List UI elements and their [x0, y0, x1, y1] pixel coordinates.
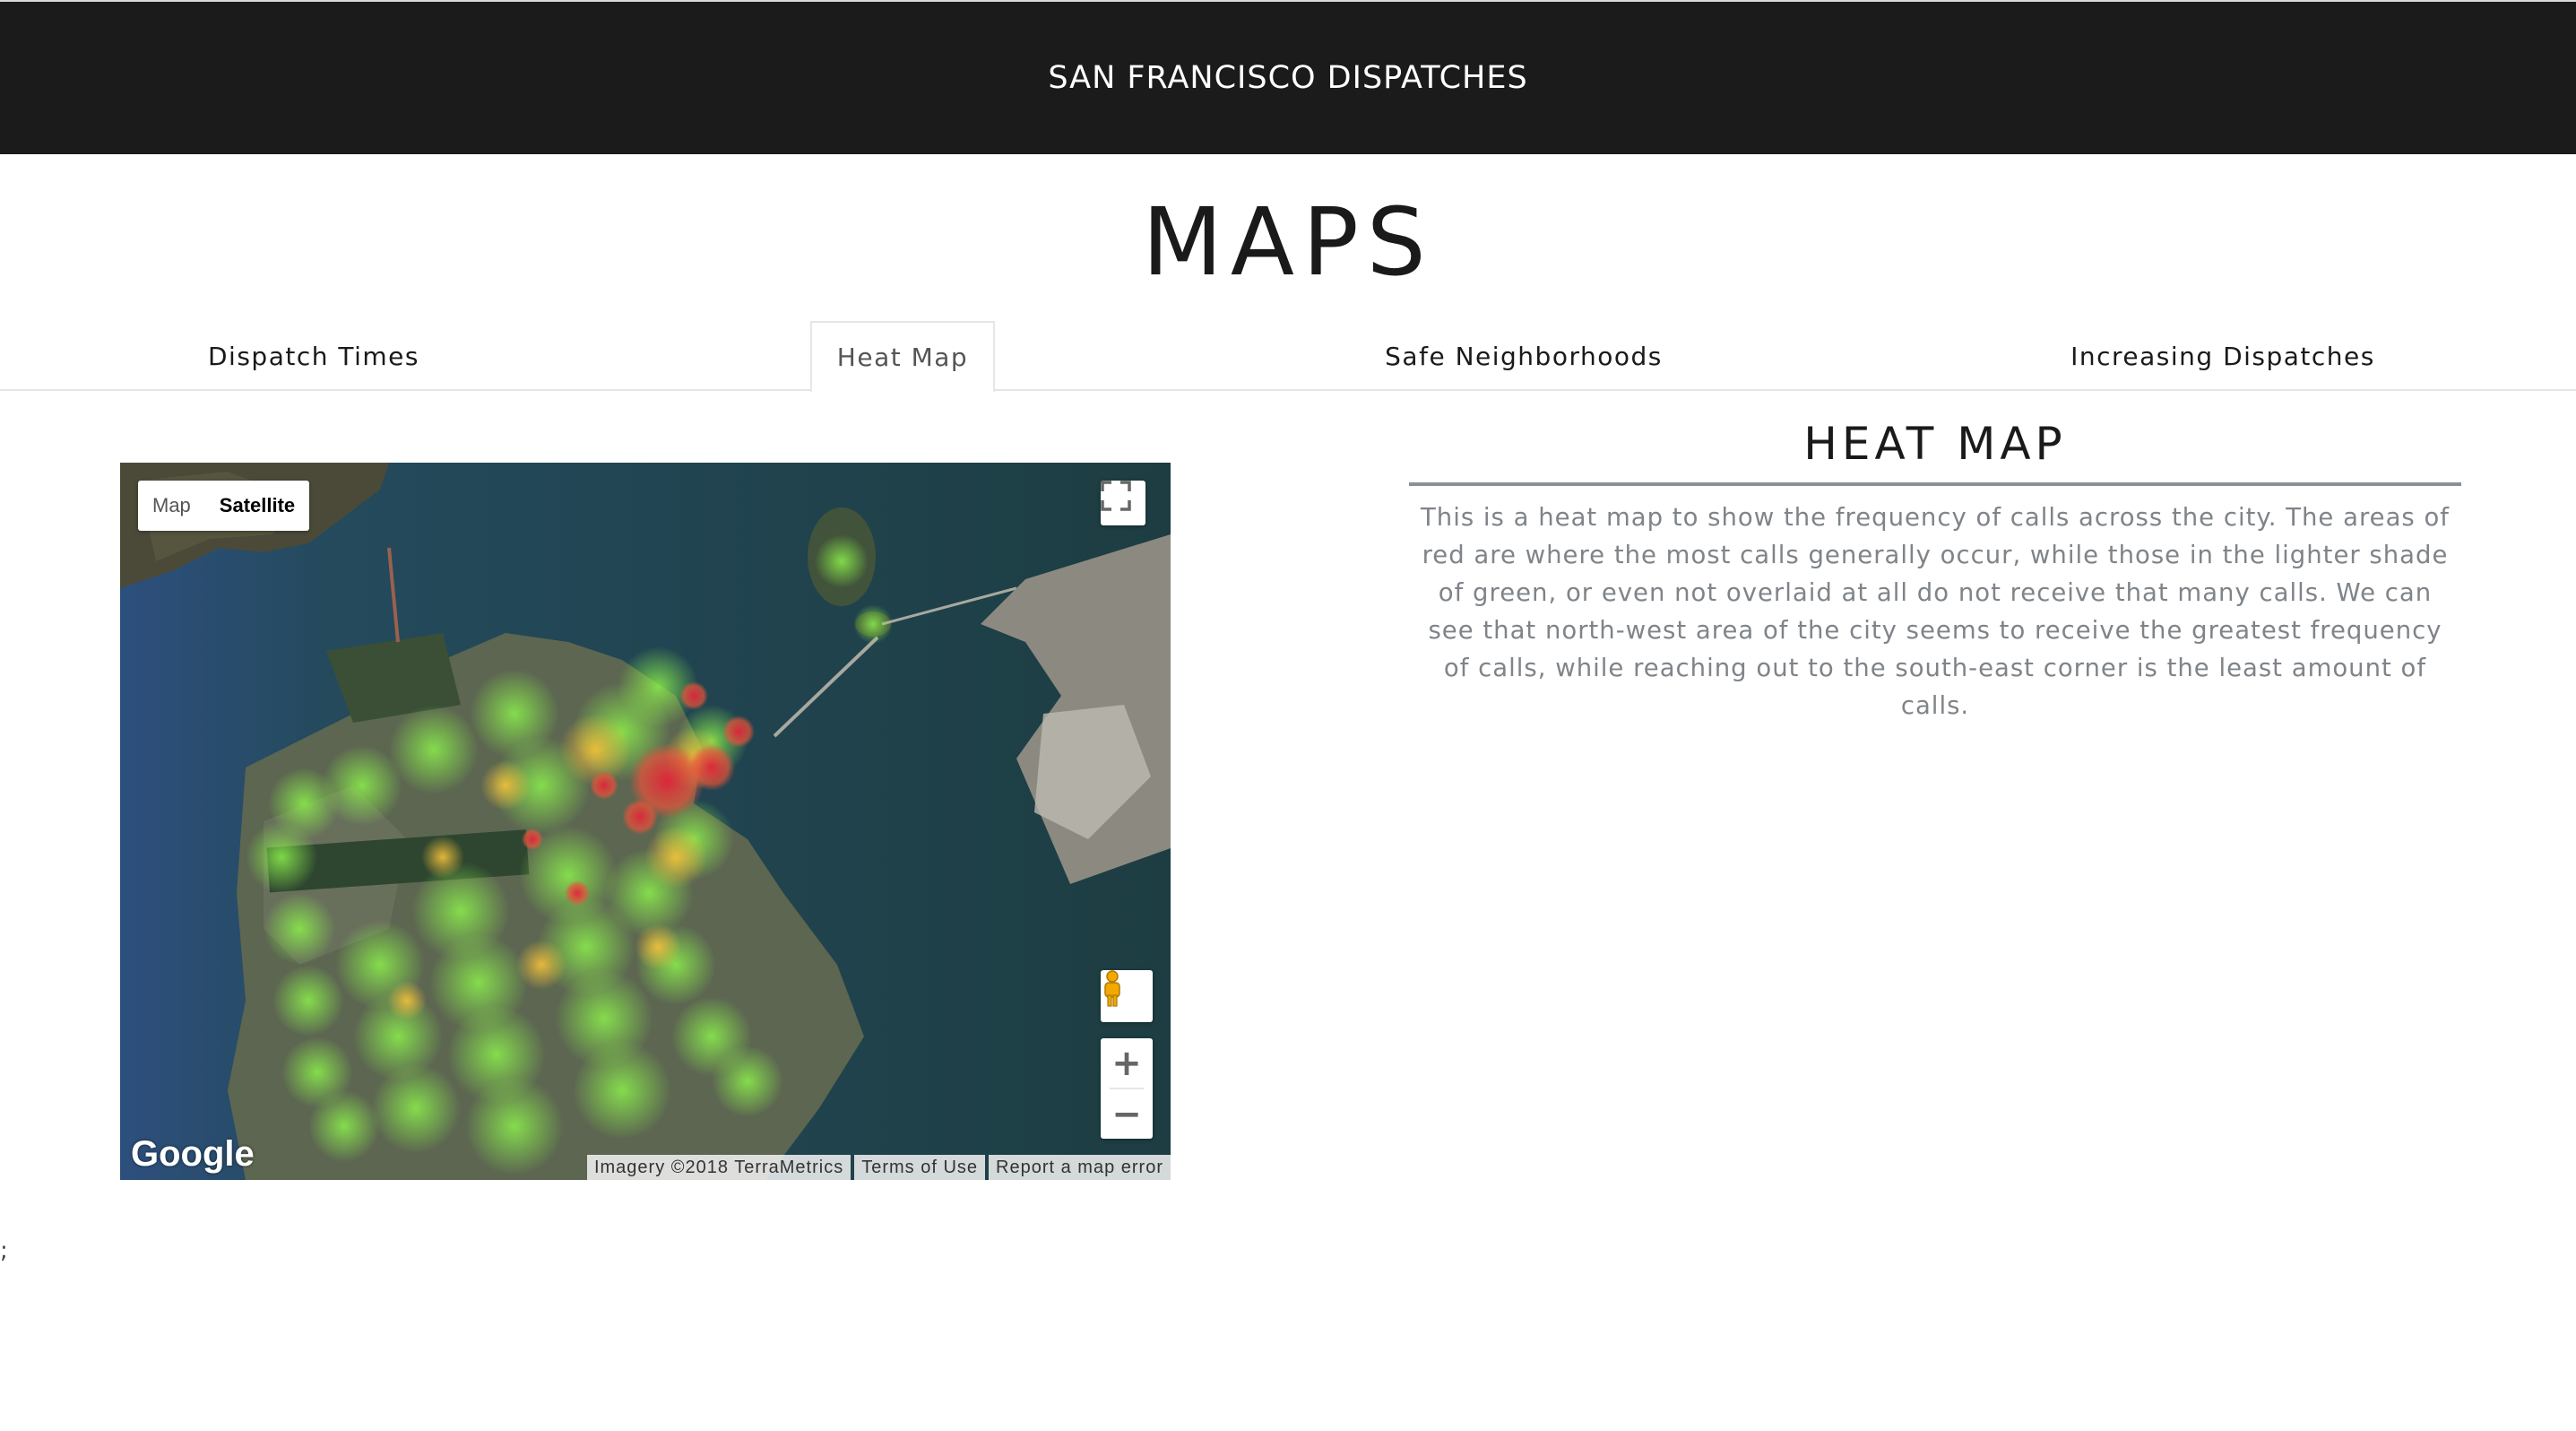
- map-attribution: Imagery ©2018 TerraMetrics Terms of Use …: [586, 1155, 1171, 1180]
- zoom-out-button[interactable]: −: [1101, 1089, 1153, 1139]
- map-type-map-button[interactable]: Map: [138, 481, 205, 531]
- zoom-in-button[interactable]: +: [1101, 1038, 1153, 1088]
- tab-increasing-dispatches[interactable]: Increasing Dispatches: [2035, 321, 2411, 391]
- google-logo: Google: [131, 1134, 255, 1174]
- fullscreen-icon: [1101, 481, 1131, 511]
- panel-title: HEAT MAP: [1409, 421, 2461, 486]
- map-type-control: Map Satellite: [138, 481, 310, 531]
- satellite-imagery: [120, 463, 1171, 1180]
- zoom-control: + −: [1101, 1038, 1153, 1139]
- tab-bar: Dispatch Times Heat Map Safe Neighborhoo…: [0, 321, 2576, 393]
- imagery-credit: Imagery ©2018 TerraMetrics: [586, 1155, 851, 1180]
- description-panel: HEAT MAP This is a heat map to show the …: [1409, 421, 2461, 724]
- top-navbar: SAN FRANCISCO DISPATCHES: [0, 0, 2576, 154]
- pegman-icon: [1104, 970, 1120, 1007]
- panel-description: This is a heat map to show the frequency…: [1420, 503, 2450, 720]
- tab-dispatch-times[interactable]: Dispatch Times: [152, 321, 475, 391]
- heat-map-view[interactable]: Map Satellite + − Google Imagery ©2018 T…: [120, 463, 1171, 1180]
- brand-title[interactable]: SAN FRANCISCO DISPATCHES: [1048, 60, 1527, 96]
- page-title: MAPS: [1142, 187, 1434, 297]
- fullscreen-button[interactable]: [1101, 481, 1145, 525]
- terms-of-use-link[interactable]: Terms of Use: [854, 1155, 986, 1180]
- report-map-error-link[interactable]: Report a map error: [989, 1155, 1171, 1180]
- street-view-button[interactable]: [1101, 970, 1153, 1022]
- stray-text: ;: [0, 1237, 8, 1264]
- tab-heat-map[interactable]: Heat Map: [810, 321, 995, 393]
- map-type-satellite-button[interactable]: Satellite: [205, 481, 309, 531]
- tab-safe-neighborhoods[interactable]: Safe Neighborhoods: [1344, 321, 1703, 391]
- page: SAN FRANCISCO DISPATCHES MAPS Dispatch T…: [0, 0, 2576, 1431]
